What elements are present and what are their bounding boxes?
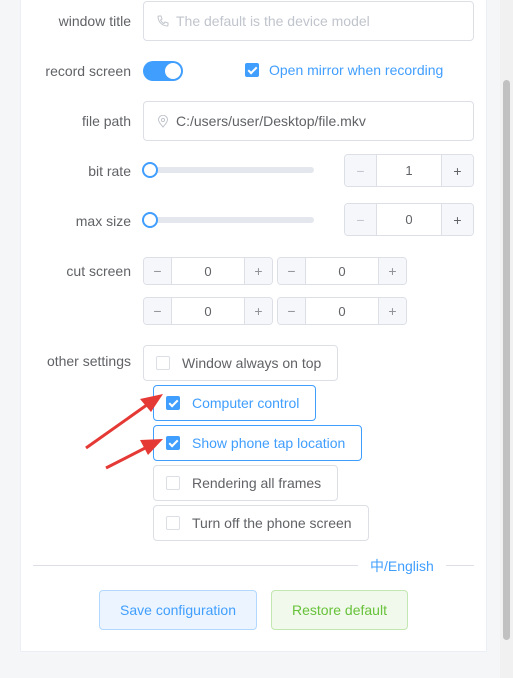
red-arrow-icon <box>105 439 163 470</box>
annotation-arrows <box>85 394 163 470</box>
language-toggle-link[interactable]: 中/English <box>358 556 446 576</box>
restore-default-button[interactable]: Restore default <box>271 590 408 630</box>
save-configuration-button[interactable]: Save configuration <box>99 590 257 630</box>
